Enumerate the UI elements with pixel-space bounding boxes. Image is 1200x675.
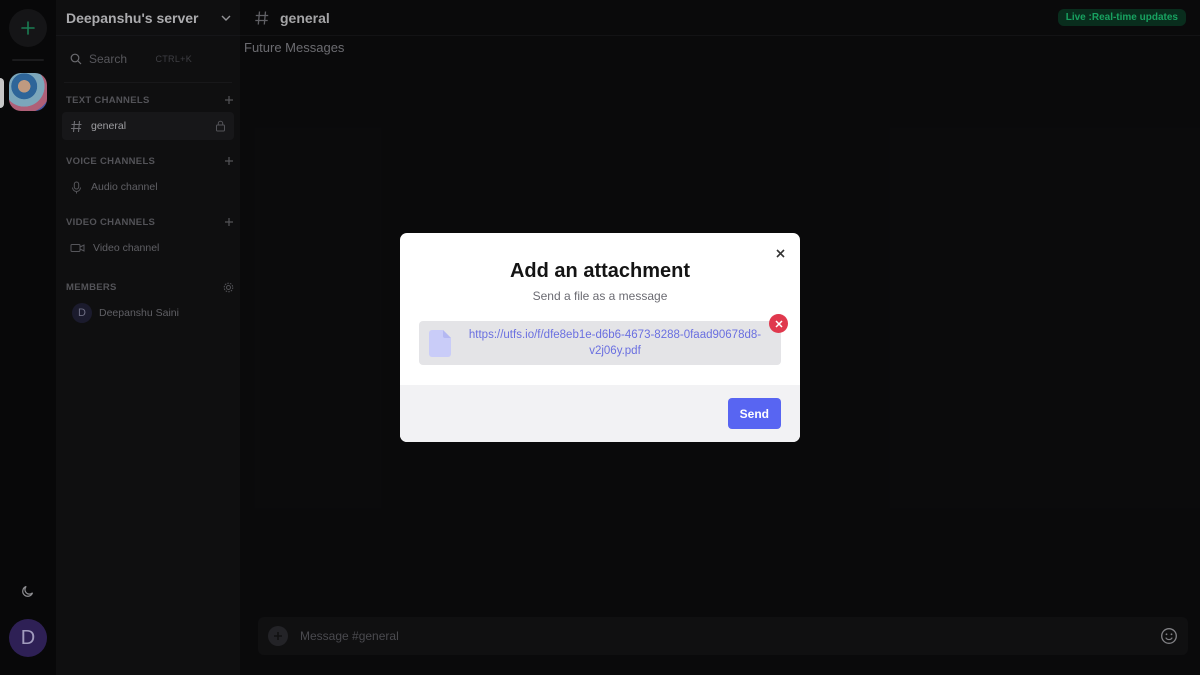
send-button[interactable]: Send (727, 398, 781, 429)
modal-title: Add an attachment (509, 260, 691, 282)
file-preview: https://utfs.io/f/dfe8eb1e-d6b6-4673-828… (419, 314, 788, 365)
modal-subtitle: Send a file as a message (532, 289, 668, 303)
remove-file-button[interactable] (769, 314, 788, 333)
close-icon (775, 248, 785, 258)
attachment-modal: Add an attachment Send a file as a messa… (400, 233, 800, 442)
close-button[interactable] (772, 245, 788, 261)
app: D Deepanshu's server Search CTRL+K TEXT … (0, 0, 1200, 675)
file-link[interactable]: https://utfs.io/f/dfe8eb1e-d6b6-4673-828… (451, 327, 771, 359)
close-icon (774, 319, 783, 328)
modal-footer: Send (400, 385, 800, 442)
file-icon (429, 329, 451, 357)
